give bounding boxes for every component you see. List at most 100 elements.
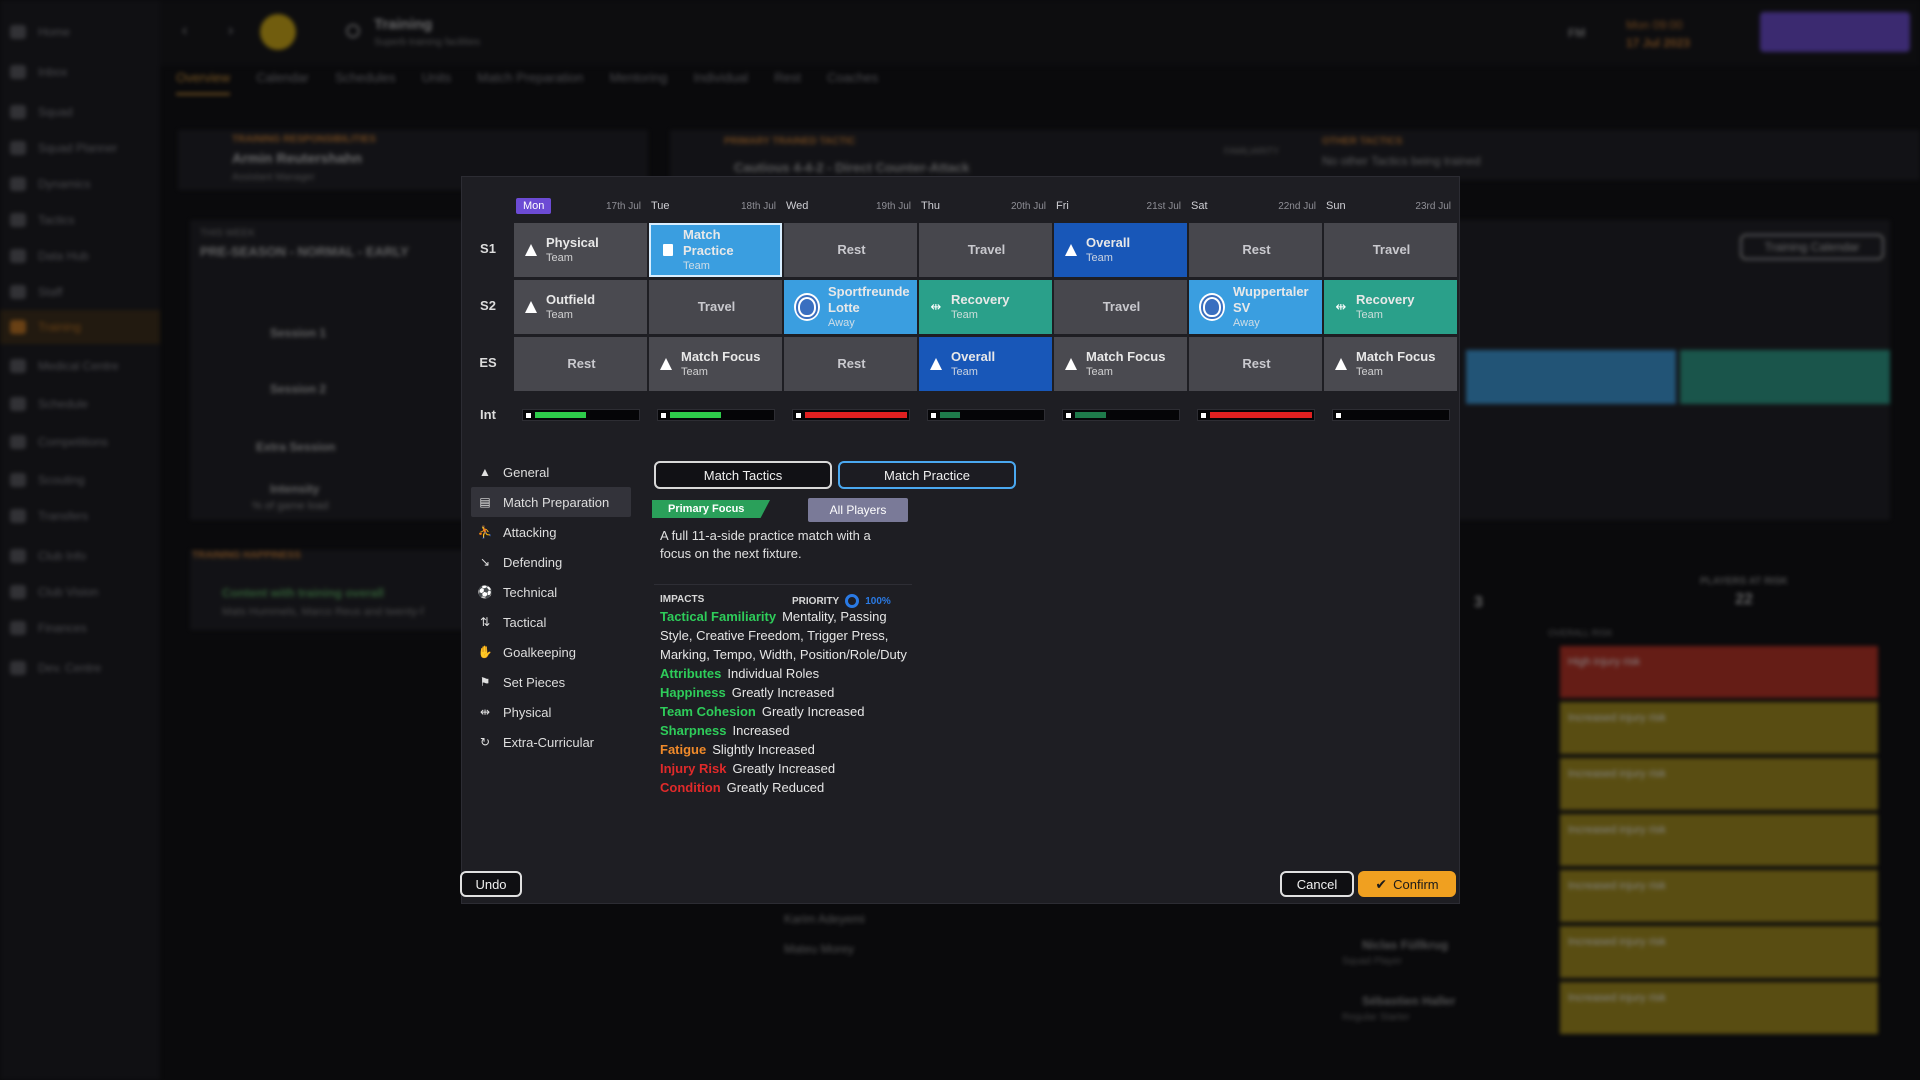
category-defending[interactable]: ↘ Defending [471,547,631,577]
day-name: Mon [516,198,552,214]
intensity-fill [670,412,721,418]
session-cell-s1-sat[interactable]: Rest [1189,223,1322,277]
session-subtitle: Team [1086,366,1113,378]
session-cell-s2-thu[interactable]: ⇹ Recovery Team [919,280,1052,334]
category-technical[interactable]: ⚽ Technical [471,577,631,607]
bg-risk-player-1: Niclas Füllkrug [1362,938,1449,952]
session-cell-s2-mon[interactable]: Outfield Team [514,280,647,334]
category-attacking[interactable]: ⛹ Attacking [471,517,631,547]
session-cell-s2-tue[interactable]: Travel [649,280,782,334]
all-players-button[interactable]: All Players [808,498,908,522]
session-cell-es-wed[interactable]: Rest [784,337,917,391]
session-cell-s2-sat[interactable]: Wuppertaler SV Away [1189,280,1322,334]
match-practice-tab[interactable]: Match Practice [838,461,1016,489]
day-name: Sun [1326,200,1346,212]
sidebar-item-club-vision[interactable]: Club Vision [10,582,98,602]
tab-calendar[interactable]: Calendar [256,70,309,95]
sidebar-item-dynamics[interactable]: Dynamics [10,174,91,194]
club-crest-icon [1199,293,1225,321]
session-cell-es-thu[interactable]: Overall Team [919,337,1052,391]
sidebar-item-club-info[interactable]: Club Info [10,546,86,566]
category-label: Match Preparation [503,494,610,510]
session-cell-s1-fri[interactable]: Overall Team [1054,223,1187,277]
tab-mentoring[interactable]: Mentoring [610,70,668,95]
intensity-fill [1075,412,1106,418]
impact-team-cohesion: Team Cohesion Greatly Increased [660,702,920,721]
category-physical[interactable]: ⇹ Physical [471,697,631,727]
back-button[interactable]: ‹ [182,22,187,40]
session-title: Wuppertaler SV [1233,284,1309,315]
sidebar-item-competitions[interactable]: Competitions [10,432,108,452]
session-cell-es-sat[interactable]: Rest [1189,337,1322,391]
sidebar-item-home[interactable]: Home [10,22,70,42]
club-badge[interactable] [260,14,296,50]
session-cell-s1-thu[interactable]: Travel [919,223,1052,277]
session-cell-es-mon[interactable]: Rest [514,337,647,391]
undo-button[interactable]: Undo [460,871,522,897]
day-header-fri: Fri 21st Jul [1054,196,1187,216]
transfers-icon [10,509,26,523]
session-cell-text: Rest [1242,242,1270,258]
tactics-icon: ⇅ [479,615,491,629]
search-icon[interactable] [346,24,360,38]
tab-units[interactable]: Units [422,70,452,95]
session-title: Rest [567,356,596,371]
sidebar-item-transfers[interactable]: Transfers [10,506,88,526]
category-goalkeeping[interactable]: ✋ Goalkeeping [471,637,631,667]
session-title: Rest [1242,356,1271,371]
continue-button[interactable] [1760,12,1910,52]
medical-centre-icon [10,359,26,373]
day-name: Tue [651,200,670,212]
sidebar-item-training[interactable]: Training [0,310,160,344]
extra-icon: ↻ [479,735,491,749]
sidebar-item-squad[interactable]: Squad [10,102,73,122]
category-extra-curricular[interactable]: ↻ Extra-Curricular [471,727,631,757]
session-cell-s2-wed[interactable]: Sportfreunde Lotte Away [784,280,917,334]
session-cell-es-tue[interactable]: Match Focus Team [649,337,782,391]
tab-overview[interactable]: Overview [176,70,231,95]
session-cell-s2-fri[interactable]: Travel [1054,280,1187,334]
tackle-icon: ↘ [479,555,491,569]
tab-coaches[interactable]: Coaches [827,70,878,95]
sidebar-item-label: Training [38,320,81,334]
sidebar-item-scouting[interactable]: Scouting [10,470,85,490]
impact-tactical-familiarity: Tactical Familiarity Mentality, Passing S… [660,607,920,664]
sidebar-item-data-hub[interactable]: Data Hub [10,246,89,266]
session-cell-s2-sun[interactable]: ⇹ Recovery Team [1324,280,1457,334]
forward-button[interactable]: › [228,22,233,40]
cone-shape [525,244,537,256]
fm-logo: FM [1568,26,1586,40]
sidebar-item-inbox[interactable]: Inbox [10,62,67,82]
day-date: 22nd Jul [1278,200,1316,212]
session-cell-s1-sun[interactable]: Travel [1324,223,1457,277]
confirm-button[interactable]: ✔ Confirm [1358,871,1456,897]
session-cell-es-fri[interactable]: Match Focus Team [1054,337,1187,391]
category-general[interactable]: ▲ General [471,457,631,487]
data-hub-icon [10,249,26,263]
sidebar-item-squad-planner[interactable]: Squad Planner [10,138,117,158]
tab-rest[interactable]: Rest [774,70,801,95]
tab-individual[interactable]: Individual [693,70,748,95]
cancel-button[interactable]: Cancel [1280,871,1354,897]
category-tactical[interactable]: ⇅ Tactical [471,607,631,637]
day-header-wed: Wed 19th Jul [784,196,917,216]
session-cell-s1-wed[interactable]: Rest [784,223,917,277]
impact-fatigue: Fatigue Slightly Increased [660,740,920,759]
sidebar-item-finances[interactable]: Finances [10,618,87,638]
tab-match-preparation[interactable]: Match Preparation [477,70,583,95]
impact-attributes: Attributes Individual Roles [660,664,920,683]
sidebar-item-tactics[interactable]: Tactics [10,210,75,230]
session-cell-es-sun[interactable]: Match Focus Team [1324,337,1457,391]
session-cell-s1-mon[interactable]: Physical Team [514,223,647,277]
sidebar-item-dev-centre[interactable]: Dev. Centre [10,658,101,678]
confirm-label: Confirm [1393,876,1439,892]
session-cell-text: Sportfreunde Lotte Away [828,284,910,330]
session-cell-s1-tue[interactable]: Match Practice Team [649,223,782,277]
tab-schedules[interactable]: Schedules [335,70,396,95]
sidebar-item-medical-centre[interactable]: Medical Centre [10,356,119,376]
sidebar-item-staff[interactable]: Staff [10,282,62,302]
category-match-preparation[interactable]: ▤ Match Preparation [471,487,631,517]
category-set-pieces[interactable]: ⚑ Set Pieces [471,667,631,697]
match-tactics-tab[interactable]: Match Tactics [654,461,832,489]
sidebar-item-schedule[interactable]: Schedule [10,394,88,414]
